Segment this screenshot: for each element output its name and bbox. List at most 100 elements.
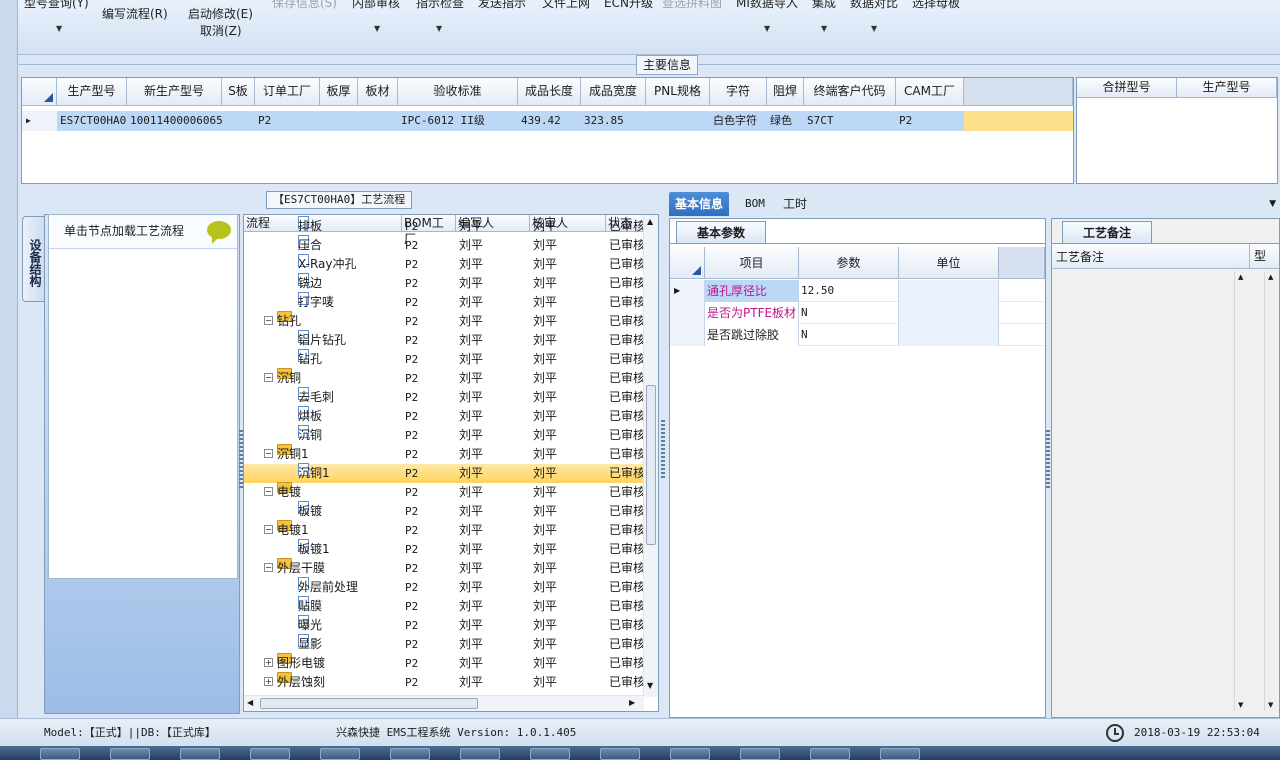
scroll-down-icon[interactable]: ▼ (1268, 701, 1273, 709)
panel-drawing-button[interactable]: 查选拼料图 (662, 0, 722, 11)
param-row[interactable]: 是否为PTFE板材 N (670, 302, 1045, 324)
tree-row[interactable]: 沉铜 P2 刘平 刘平 已审核 (244, 425, 645, 445)
param-item-cell[interactable]: 是否为PTFE板材 (705, 302, 799, 324)
tree-row[interactable]: − 钻孔 P2 刘平 刘平 已审核 (244, 311, 645, 331)
tree-row[interactable]: 曝光 P2 刘平 刘平 已审核 (244, 615, 645, 635)
param-value-cell[interactable]: N (799, 324, 899, 346)
cell[interactable] (646, 111, 710, 131)
tree-node[interactable]: − 钻孔 (264, 311, 301, 331)
col-header[interactable]: 终端客户代码 (804, 78, 896, 106)
memo-scrollbar[interactable]: ▲ ▼ (1234, 271, 1249, 711)
tree-row[interactable]: 烘板 P2 刘平 刘平 已审核 (244, 406, 645, 426)
col-header[interactable]: 板材 (358, 78, 398, 106)
col-header[interactable]: 字符 (710, 78, 767, 106)
tab-process-memo[interactable]: 工艺备注 (1062, 221, 1152, 243)
tree-vertical-scrollbar[interactable]: ▲ ▼ (643, 215, 658, 697)
cell[interactable]: P2 (255, 111, 320, 131)
col-header[interactable]: 型 (1249, 244, 1266, 269)
col-header[interactable]: 单位 (899, 247, 999, 279)
collapse-icon[interactable]: − (264, 525, 273, 534)
chevron-down-icon[interactable]: ▼ (56, 24, 62, 33)
tree-row[interactable]: 钻孔 P2 刘平 刘平 已审核 (244, 349, 645, 369)
tree-row[interactable]: − 电镀1 P2 刘平 刘平 已审核 (244, 520, 645, 540)
col-header[interactable]: CAM工厂 (896, 78, 964, 106)
tree-row[interactable]: 沉铜1 P2 刘平 刘平 已审核 (244, 463, 645, 483)
col-header[interactable]: PNL规格 (646, 78, 710, 106)
tree-node[interactable]: + 外层蚀刻 (264, 672, 325, 692)
tree-node[interactable]: 烘板 (298, 406, 322, 426)
instruction-check-button[interactable]: 指示检查 (416, 0, 464, 11)
chevron-down-icon[interactable]: ▼ (1269, 199, 1276, 209)
cell[interactable] (222, 111, 255, 131)
chevron-down-icon[interactable]: ▼ (436, 24, 442, 33)
taskbar-app-icon[interactable] (390, 748, 430, 760)
node-hint-box[interactable]: 单击节点加载工艺流程 (48, 214, 238, 579)
splitter-handle[interactable] (1046, 430, 1050, 490)
taskbar-app-icon[interactable] (180, 748, 220, 760)
tree-node[interactable]: 贴膜 (298, 596, 322, 616)
taskbar-app-icon[interactable] (880, 748, 920, 760)
tree-node[interactable]: 铣边 (298, 273, 322, 293)
collapse-icon[interactable]: − (264, 487, 273, 496)
process-tree[interactable]: 流程 BOM工厂 编写人 核审人 状态 排板 P2 刘平 刘平 已审核 压合 P2 刘平 刘平已… (243, 214, 659, 712)
cell[interactable]: 白色字符 (710, 111, 767, 131)
tree-node[interactable]: 钻孔 (298, 349, 322, 369)
col-header[interactable]: 板厚 (320, 78, 358, 106)
tree-node[interactable]: − 外层干膜 (264, 558, 325, 578)
send-instruction-button[interactable]: 发送指示 (478, 0, 526, 11)
tree-node[interactable]: 排板 (298, 216, 322, 236)
cell[interactable]: S7CT (804, 111, 896, 131)
tree-node[interactable]: 板镀1 (298, 539, 330, 559)
tree-node[interactable]: 沉铜1 (298, 463, 330, 483)
tree-node[interactable]: X-Ray冲孔 (298, 254, 356, 274)
taskbar-app-icon[interactable] (250, 748, 290, 760)
tree-node[interactable]: − 沉铜 (264, 368, 301, 388)
param-unit-cell[interactable] (899, 280, 999, 302)
tree-row[interactable]: 板镀 P2 刘平 刘平 已审核 (244, 501, 645, 521)
tree-node[interactable]: + 图形电镀 (264, 653, 325, 673)
tree-node[interactable]: − 电镀1 (264, 520, 309, 540)
scroll-down-icon[interactable]: ▼ (647, 681, 653, 690)
tree-row[interactable]: 压合 P2 刘平 刘平 已审核 (244, 235, 645, 255)
merge-model-grid[interactable]: 合拼型号 生产型号 (1076, 77, 1278, 184)
memo-scrollbar[interactable]: ▲ ▼ (1264, 271, 1279, 711)
start-edit-button[interactable]: 启动修改(E) (188, 5, 253, 22)
taskbar-app-icon[interactable] (600, 748, 640, 760)
tree-node[interactable]: 曝光 (298, 615, 322, 635)
col-header[interactable]: 项目 (705, 247, 799, 279)
tab-work-hours[interactable]: 工时 (777, 192, 813, 216)
cell[interactable]: 10011400006065 (127, 111, 222, 131)
taskbar-app-icon[interactable] (530, 748, 570, 760)
tree-node[interactable]: 压合 (298, 235, 322, 255)
table-row[interactable]: ▶ ES7CT00HA0 10011400006065 P2 IPC-6012 … (22, 111, 1073, 131)
cell[interactable]: 绿色 (767, 111, 804, 131)
col-header[interactable]: 生产型号 (1177, 78, 1277, 98)
write-process-button[interactable]: 编写流程(R) (102, 5, 168, 22)
expand-icon[interactable]: + (264, 677, 273, 686)
tree-row[interactable]: + 外层蚀刻 P2 刘平 刘平 已审核 (244, 672, 645, 692)
tree-node[interactable]: − 电镀 (264, 482, 301, 502)
tab-bom[interactable]: BOM (739, 192, 771, 216)
tree-node[interactable]: 外层前处理 (298, 577, 358, 597)
tree-node[interactable]: − 沉铜1 (264, 444, 309, 464)
param-item-cell[interactable]: 是否跳过除胶 (705, 324, 799, 346)
cell[interactable] (320, 111, 358, 131)
tab-basic-info[interactable]: 基本信息 (669, 192, 730, 216)
tree-row[interactable]: − 外层干膜 P2 刘平 刘平 已审核 (244, 558, 645, 578)
scroll-down-icon[interactable]: ▼ (1238, 701, 1243, 709)
ecn-upgrade-button[interactable]: ECN升级 (604, 0, 653, 11)
param-value-cell[interactable]: 12.50 (799, 280, 899, 302)
taskbar-app-icon[interactable] (110, 748, 150, 760)
taskbar-app-icon[interactable] (320, 748, 360, 760)
file-upload-button[interactable]: 文件上网 (542, 0, 590, 11)
col-header[interactable]: 成品长度 (518, 78, 581, 106)
tab-basic-params[interactable]: 基本参数 (676, 221, 766, 243)
tree-node[interactable]: 打字唛 (298, 292, 334, 312)
tree-row[interactable]: X-Ray冲孔 P2 刘平 刘平 已审核 (244, 254, 645, 274)
expand-icon[interactable]: + (264, 658, 273, 667)
cell[interactable]: 439.42 (518, 111, 581, 131)
cell[interactable]: 323.85 (581, 111, 646, 131)
internal-review-button[interactable]: 内部审核 (352, 0, 400, 11)
col-header[interactable]: 参数 (799, 247, 899, 279)
collapse-icon[interactable]: − (264, 373, 273, 382)
